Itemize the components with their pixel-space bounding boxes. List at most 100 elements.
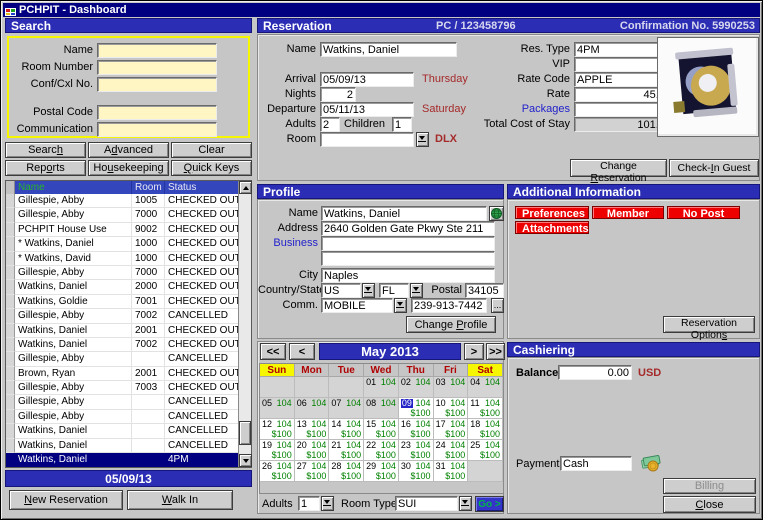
- calendar-day-cell[interactable]: 22104 $100: [364, 440, 399, 461]
- calendar-day-cell[interactable]: 07104: [329, 398, 364, 419]
- calendar-day-cell[interactable]: 31104 $100: [434, 461, 469, 482]
- calendar-day-cell[interactable]: 27104 $100: [295, 461, 330, 482]
- reservation-options-button[interactable]: Reservation Options: [663, 316, 755, 333]
- row-selector-cell[interactable]: [6, 194, 15, 208]
- advanced-button[interactable]: Advanced: [88, 142, 169, 158]
- calendar-adults-dropdown-button[interactable]: [321, 496, 334, 511]
- scrollbar-down-button[interactable]: [239, 454, 252, 467]
- calendar-day-cell[interactable]: [468, 461, 503, 482]
- row-selector-cell[interactable]: [6, 223, 15, 237]
- row-selector-cell[interactable]: [6, 295, 15, 309]
- attachments-tag-button[interactable]: Attachments: [515, 221, 589, 234]
- table-row[interactable]: Watkins, Daniel 7002 CHECKED OUT: [6, 338, 239, 352]
- table-row[interactable]: Watkins, Daniel 4PM: [6, 453, 239, 467]
- table-row[interactable]: Gillespie, Abby 7002 CANCELLED: [6, 309, 239, 323]
- table-row[interactable]: Watkins, Daniel 2001 CHECKED OUT: [6, 324, 239, 338]
- check-in-guest-button[interactable]: Check-In Guest: [669, 159, 759, 177]
- table-row[interactable]: Gillespie, Abby 7000 CHECKED OUT: [6, 266, 239, 280]
- calendar-day-cell[interactable]: 30104 $100: [399, 461, 434, 482]
- row-selector-cell[interactable]: [6, 338, 15, 352]
- calendar-day-cell[interactable]: 20104 $100: [295, 440, 330, 461]
- calendar-day-cell[interactable]: 02104: [399, 377, 434, 398]
- clear-button[interactable]: Clear: [171, 142, 252, 158]
- calendar-day-cell[interactable]: 21104 $100: [329, 440, 364, 461]
- calendar-day-cell[interactable]: [260, 377, 295, 398]
- row-selector-cell[interactable]: [6, 237, 15, 251]
- departure-input[interactable]: [320, 102, 414, 117]
- table-row[interactable]: Watkins, Daniel CANCELLED: [6, 439, 239, 453]
- member-tag-button[interactable]: Member: [592, 206, 664, 219]
- row-selector-cell[interactable]: [6, 252, 15, 266]
- business-input[interactable]: [321, 236, 495, 251]
- change-profile-button[interactable]: Change Profile: [406, 316, 496, 333]
- globe-button[interactable]: [489, 206, 504, 221]
- address-line2-input[interactable]: [321, 251, 495, 266]
- children-input[interactable]: [392, 117, 412, 132]
- res-name-input[interactable]: [320, 42, 457, 57]
- calendar-day-cell[interactable]: 05104: [260, 398, 295, 419]
- row-selector-cell[interactable]: [6, 280, 15, 294]
- row-selector-cell[interactable]: [6, 367, 15, 381]
- country-dropdown-button[interactable]: [362, 283, 375, 298]
- calendar-day-cell[interactable]: 11104 $100: [468, 398, 503, 419]
- calendar-day-cell[interactable]: 14104 $100: [329, 419, 364, 440]
- row-selector-cell[interactable]: [6, 324, 15, 338]
- status-column-header[interactable]: Status: [165, 181, 239, 194]
- calendar-prev-month-button[interactable]: <: [289, 343, 315, 360]
- calendar-day-cell[interactable]: [329, 377, 364, 398]
- search-room-number-input[interactable]: [97, 60, 217, 75]
- calendar-day-cell[interactable]: 15104 $100: [364, 419, 399, 440]
- calendar-day-cell[interactable]: 24104 $100: [434, 440, 469, 461]
- close-button[interactable]: Close: [663, 496, 756, 513]
- calendar-next-year-button[interactable]: >>: [486, 343, 505, 360]
- table-row[interactable]: * Watkins, Daniel 1000 CHECKED OUT: [6, 237, 239, 251]
- country-input[interactable]: [321, 283, 361, 298]
- calendar-day-cell[interactable]: 08104: [364, 398, 399, 419]
- calendar-day-cell[interactable]: 16104 $100: [399, 419, 434, 440]
- table-row[interactable]: Gillespie, Abby 1005 CHECKED OUT: [6, 194, 239, 208]
- calendar-adults-input[interactable]: [298, 496, 320, 511]
- calendar-day-cell[interactable]: 23104 $100: [399, 440, 434, 461]
- row-selector-cell[interactable]: [6, 381, 15, 395]
- row-selector-cell[interactable]: [6, 352, 15, 366]
- calendar-day-cell[interactable]: 01104: [364, 377, 399, 398]
- res-adults-input[interactable]: [320, 117, 340, 132]
- row-selector-cell[interactable]: [6, 439, 15, 453]
- table-row[interactable]: Watkins, Daniel 2000 CHECKED OUT: [6, 280, 239, 294]
- calendar-day-cell[interactable]: 04104: [468, 377, 503, 398]
- table-row[interactable]: PCHPIT House Use 9002 CHECKED OUT: [6, 223, 239, 237]
- comm-number-input[interactable]: [411, 298, 487, 313]
- search-postal-code-input[interactable]: [97, 105, 217, 120]
- calendar-day-cell[interactable]: 25104 $100: [468, 440, 503, 461]
- calendar-day-cell[interactable]: 17104 $100: [434, 419, 469, 440]
- new-reservation-button[interactable]: New Reservation: [9, 490, 123, 510]
- calendar-next-month-button[interactable]: >: [464, 343, 484, 360]
- city-input[interactable]: [321, 268, 495, 283]
- calendar-day-cell[interactable]: 28104 $100: [329, 461, 364, 482]
- search-name-input[interactable]: [97, 43, 217, 58]
- calendar-day-cell[interactable]: 19104 $100: [260, 440, 295, 461]
- address-input[interactable]: [321, 221, 495, 236]
- state-dropdown-button[interactable]: [410, 283, 423, 298]
- row-selector-cell[interactable]: [6, 424, 15, 438]
- profile-name-input[interactable]: [321, 206, 487, 221]
- table-row[interactable]: Gillespie, Abby 7003 CHECKED OUT: [6, 381, 239, 395]
- row-selector-cell[interactable]: [6, 410, 15, 424]
- calendar-day-cell[interactable]: 10104 $100: [434, 398, 469, 419]
- row-selector-cell[interactable]: [6, 453, 15, 467]
- results-scrollbar[interactable]: [238, 181, 251, 467]
- search-conf-cxl-input[interactable]: [97, 77, 217, 92]
- name-column-header[interactable]: Name: [15, 181, 132, 194]
- calendar-day-cell[interactable]: 26104 $100: [260, 461, 295, 482]
- table-row[interactable]: Gillespie, Abby CANCELLED: [6, 395, 239, 409]
- table-row[interactable]: Gillespie, Abby CANCELLED: [6, 352, 239, 366]
- scrollbar-up-button[interactable]: [239, 181, 252, 194]
- calendar-day-cell[interactable]: 09104 $100: [399, 398, 434, 419]
- business-label[interactable]: Business: [258, 236, 318, 250]
- calendar-day-cell[interactable]: 06104: [295, 398, 330, 419]
- row-selector-cell[interactable]: [6, 309, 15, 323]
- calendar-day-cell[interactable]: 03104: [434, 377, 469, 398]
- packages-label[interactable]: Packages: [473, 102, 570, 116]
- search-communication-input[interactable]: [97, 122, 217, 137]
- reports-button[interactable]: Reports: [5, 160, 86, 176]
